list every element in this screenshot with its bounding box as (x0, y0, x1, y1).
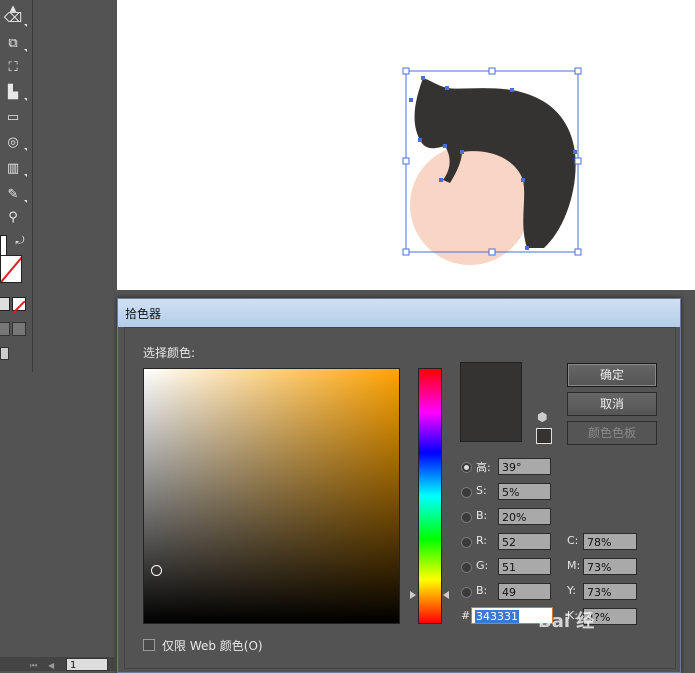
color-field-cursor[interactable] (151, 565, 162, 576)
color-picker-dialog: 拾色器 选择颜色: ⬢ 确定 取消 颜色色板 高: 39° S: 5% B: 2… (117, 298, 681, 673)
green-radio[interactable] (461, 562, 472, 573)
tool-eraser[interactable]: ⌫ (3, 10, 27, 28)
green-input[interactable]: 51 (498, 558, 551, 575)
web-safe-swatch[interactable] (536, 428, 552, 444)
blend-icon: ◎ (7, 135, 19, 150)
select-color-label: 选择颜色: (143, 346, 196, 360)
tool-symbol[interactable]: ▙ (3, 84, 27, 102)
tool-shape-builder[interactable]: ◎ (3, 134, 27, 152)
swap-fill-stroke[interactable]: ⤾ (10, 232, 30, 250)
brightness-radio[interactable] (461, 512, 472, 523)
hue-slider-arrow-right[interactable] (443, 591, 449, 599)
tool-scale[interactable]: ⧉ (3, 35, 27, 53)
draw-mode-behind[interactable] (12, 322, 26, 336)
cyan-label: C: (567, 534, 579, 547)
saturation-label: S: (476, 484, 487, 497)
dialog-titlebar[interactable]: 拾色器 (118, 299, 680, 327)
magenta-label: M: (567, 559, 581, 572)
hue-input[interactable]: 39° (498, 458, 551, 475)
tool-gradient[interactable]: ▭ (3, 109, 23, 127)
bar-graph-icon: ▥ (6, 161, 20, 176)
none-mode-button[interactable] (12, 297, 26, 314)
saturation-radio[interactable] (461, 487, 472, 498)
tool-zoom[interactable]: ⚲ (3, 209, 23, 227)
hue-slider-arrow-left[interactable] (410, 591, 416, 599)
none-icon (12, 300, 26, 314)
web-only-checkbox[interactable] (143, 639, 155, 651)
watermark: Bai 经 (538, 611, 595, 632)
dialog-title: 拾色器 (125, 307, 162, 321)
hex-value: 343331 (475, 610, 519, 623)
scale-icon: ⧉ (8, 36, 18, 51)
web-only-label: 仅限 Web 颜色(O) (162, 639, 263, 653)
first-artboard-icon[interactable]: ⏮ (30, 661, 37, 671)
draw-mode-normal[interactable] (0, 322, 10, 336)
saturation-brightness-field[interactable] (143, 368, 400, 624)
brightness-input[interactable]: 20% (498, 508, 551, 525)
stroke-none-swatch[interactable] (0, 255, 22, 283)
saturation-input[interactable]: 5% (498, 483, 551, 500)
hex-label: # (461, 609, 471, 622)
blue-input[interactable]: 49 (498, 583, 551, 600)
illustration[interactable] (117, 0, 695, 290)
column-graph-icon: ▙ (8, 85, 18, 100)
red-input[interactable]: 52 (498, 533, 551, 550)
swap-colors-icon: ⤾ (15, 234, 25, 247)
tools-panel: ▴ ⌫ ⧉ ⛶ ▙ ▭ ◎ ▥ ✎ ⚲ ⤾ (0, 0, 33, 372)
prev-artboard-icon[interactable]: ◀ (48, 661, 54, 670)
zoom-icon: ⚲ (8, 210, 18, 225)
tool-eyedropper[interactable]: ✎ (3, 186, 27, 204)
hue-slider[interactable] (418, 368, 442, 624)
artboard-number-field[interactable]: 1 (66, 658, 108, 671)
free-transform-icon: ⛶ (8, 60, 18, 75)
cyan-input[interactable]: 78% (583, 533, 637, 550)
color-swatches-button[interactable]: 颜色色板 (567, 421, 657, 445)
ok-button[interactable]: 确定 (567, 363, 657, 387)
green-label: G: (476, 559, 489, 572)
blue-label: B: (476, 584, 488, 597)
out-of-gamut-cube-icon[interactable]: ⬢ (537, 410, 547, 424)
artboard[interactable] (117, 0, 695, 290)
color-preview (460, 362, 522, 442)
tool-free-transform[interactable]: ⛶ (3, 59, 23, 77)
color-mode-button[interactable] (0, 297, 10, 311)
dialog-body: 选择颜色: ⬢ 确定 取消 颜色色板 高: 39° S: 5% B: 20% R… (124, 327, 676, 669)
screen-mode-button[interactable] (0, 347, 9, 360)
magenta-input[interactable]: 73% (583, 558, 637, 575)
eyedropper-icon: ✎ (7, 187, 19, 202)
cancel-button[interactable]: 取消 (567, 392, 657, 416)
tool-graph[interactable]: ▥ (3, 160, 27, 178)
yellow-input[interactable]: 73% (583, 583, 637, 600)
eraser-icon: ⌫ (3, 11, 23, 26)
red-label: R: (476, 534, 488, 547)
hue-label: 高: (476, 461, 491, 474)
hue-radio[interactable] (461, 462, 472, 473)
gradient-icon: ▭ (6, 110, 20, 125)
brightness-label: B: (476, 509, 488, 522)
yellow-label: Y: (567, 584, 576, 597)
red-radio[interactable] (461, 537, 472, 548)
blue-radio[interactable] (461, 587, 472, 598)
